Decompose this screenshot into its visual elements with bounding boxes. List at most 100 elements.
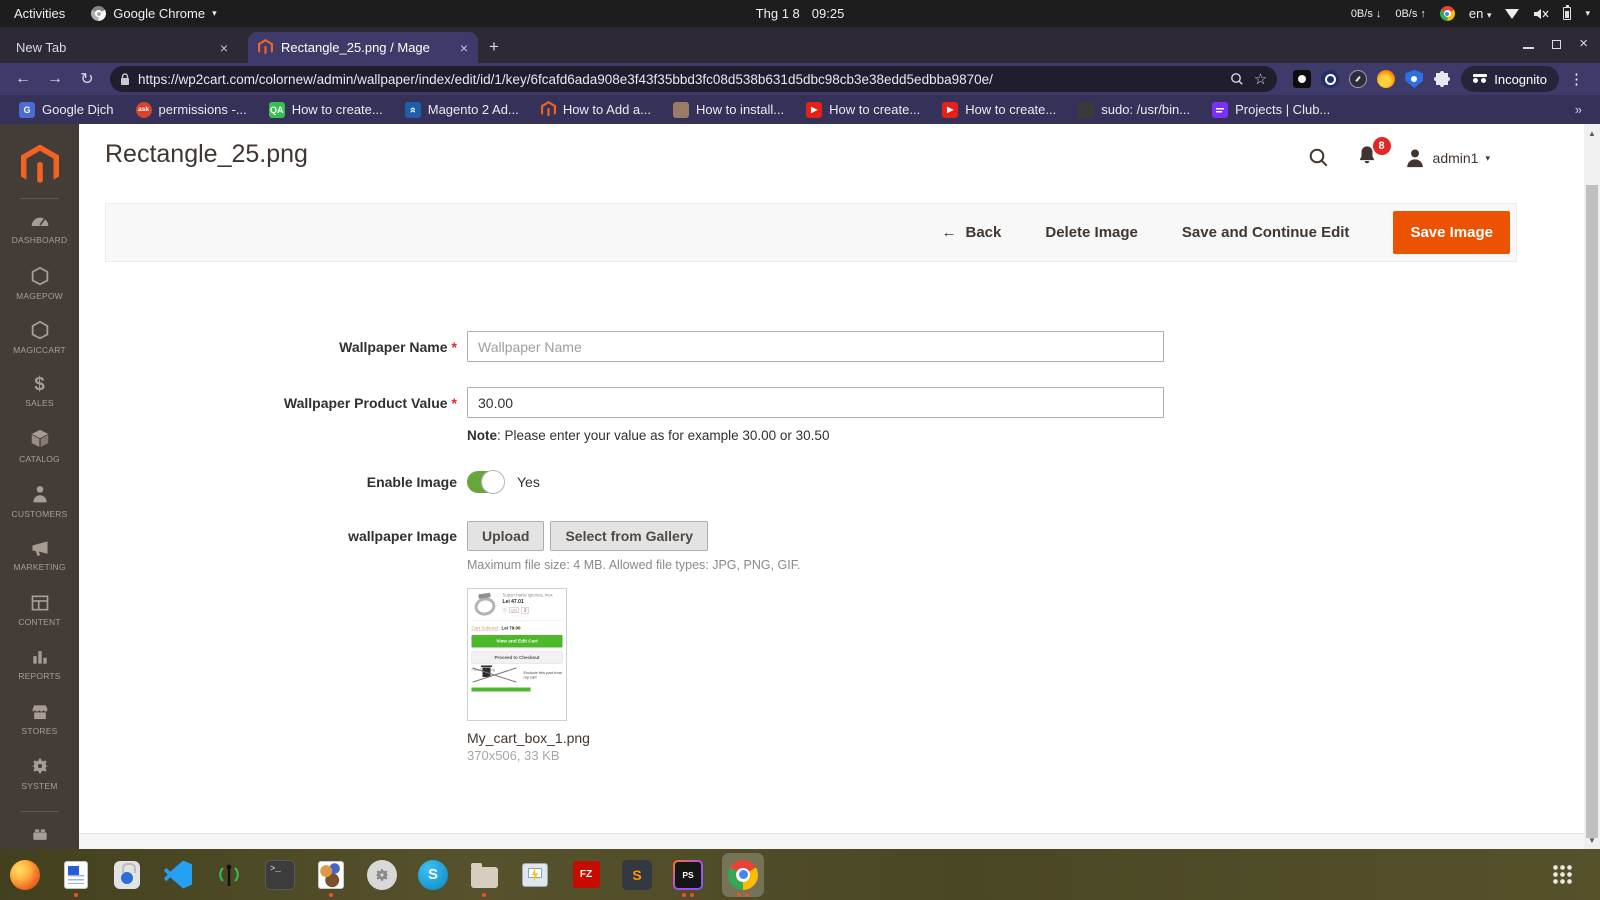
scrollbar-thumb[interactable] (1586, 185, 1598, 838)
firefox-icon (10, 859, 40, 890)
tab-new-tab[interactable]: New Tab × (6, 32, 238, 63)
upload-button[interactable]: Upload (467, 521, 545, 551)
page-scrollbar[interactable]: ▲ ▼ (1584, 124, 1600, 849)
dock-item-libreoffice-writer[interactable] (59, 853, 93, 897)
close-tab-icon[interactable]: × (452, 40, 468, 56)
brick-icon (32, 829, 47, 840)
extensions-puzzle-icon[interactable] (1433, 70, 1451, 88)
sidebar-item-reports[interactable]: REPORTS (0, 637, 79, 692)
tab-active[interactable]: Rectangle_25.png / Mage × (248, 32, 478, 63)
zoom-icon[interactable] (1230, 72, 1244, 86)
bookmark-projects[interactable]: Projects | Club... (1203, 99, 1339, 121)
clock[interactable]: Thg 1 8 09:25 (756, 6, 845, 21)
scroll-up-arrow[interactable]: ▲ (1584, 129, 1600, 138)
bookmark-star-icon[interactable]: ☆ (1254, 70, 1267, 88)
volume-muted-icon[interactable] (1533, 7, 1549, 21)
dock-item-skype[interactable]: S (416, 853, 450, 897)
dock-item-filezilla[interactable]: FZ (569, 853, 603, 897)
chevron-down-icon: ▾ (212, 8, 217, 18)
value-note: Note: Please enter your value as for exa… (467, 428, 830, 443)
image-thumbnail[interactable]: Suport hartie igienica, inox Lei 47.01 ×… (467, 588, 567, 721)
close-tab-icon[interactable]: × (212, 40, 228, 56)
extension-screenshot-icon[interactable] (1293, 70, 1312, 88)
chrome-indicator-icon[interactable] (1439, 6, 1455, 21)
close-window-button[interactable]: × (1579, 36, 1588, 51)
dock-item-gimp[interactable] (314, 853, 348, 897)
browser-back-button[interactable]: ← (10, 70, 36, 88)
magento-logo[interactable] (0, 124, 79, 188)
dock-item-sublime-text[interactable]: S (620, 853, 654, 897)
extension-circle-icon[interactable] (1321, 70, 1340, 88)
dock-item-chrome[interactable] (722, 852, 764, 897)
extension-history-icon[interactable] (1349, 70, 1368, 88)
sidebar-item-sales[interactable]: $ SALES (0, 365, 79, 420)
account-menu[interactable]: admin1 ▾ (1404, 147, 1490, 169)
wallpaper-name-input[interactable] (467, 331, 1164, 362)
file-hint: Maximum file size: 4 MB. Allowed file ty… (467, 558, 801, 572)
sidebar-item-system[interactable]: SYSTEM (0, 746, 79, 801)
browser-reload-button[interactable]: ↻ (74, 69, 100, 89)
dock-item-terminal[interactable]: >_ (263, 853, 297, 897)
dock-item-settings[interactable] (365, 853, 399, 897)
browser-forward-button[interactable]: → (42, 70, 68, 88)
system-menu-caret[interactable]: ▾ (1585, 8, 1590, 19)
extension-shield-icon[interactable] (1405, 70, 1424, 88)
sidebar-item-dashboard[interactable]: DASHBOARD (0, 201, 79, 256)
extension-colorful-icon[interactable] (1377, 70, 1396, 88)
browser-menu-icon[interactable]: ⋮ (1569, 70, 1584, 88)
sidebar-item-customers[interactable]: CUSTOMERS (0, 474, 79, 529)
username: admin1 (1432, 150, 1479, 166)
battery-icon[interactable] (1563, 5, 1572, 20)
sidebar-item-find-partners[interactable]: FIND PARTNERS (0, 814, 79, 849)
wifi-icon[interactable] (1505, 8, 1520, 19)
bookmark-permissions[interactable]: ask permissions -... (127, 99, 256, 121)
stackexchange-icon: » (404, 101, 421, 118)
bookmark-how-to-create-2[interactable]: ▶ How to create... (797, 99, 929, 121)
dock-item-network-indicator[interactable] (212, 853, 246, 897)
search-icon[interactable] (1308, 147, 1330, 169)
minimize-button[interactable] (1523, 47, 1535, 49)
sidebar-item-content[interactable]: CONTENT (0, 583, 79, 638)
dock-item-phpstorm[interactable]: PS (671, 853, 705, 897)
bookmark-how-to-install[interactable]: How to install... (664, 99, 793, 121)
address-bar[interactable]: https://wp2cart.com/colornew/admin/wallp… (110, 66, 1278, 92)
bookmark-sudo[interactable]: sudo: /usr/bin... (1069, 99, 1199, 121)
sidebar-item-marketing[interactable]: MARKETING (0, 528, 79, 583)
chevron-down-icon: ▾ (1486, 10, 1492, 20)
activities-button[interactable]: Activities (14, 6, 65, 21)
back-button[interactable]: ← Back (942, 224, 1002, 241)
photo-icon (1078, 101, 1095, 118)
dock-item-firefox[interactable] (8, 853, 42, 897)
show-applications-button[interactable] (1553, 865, 1572, 884)
keyboard-layout[interactable]: en ▾ (1469, 6, 1492, 21)
bookmark-how-to-create-3[interactable]: ▶ How to create... (933, 99, 1065, 121)
sidebar-item-catalog[interactable]: CATALOG (0, 419, 79, 474)
sidebar-item-stores[interactable]: STORES (0, 692, 79, 747)
sidebar-item-magiccart[interactable]: MAGICCART (0, 310, 79, 365)
enable-image-toggle[interactable] (467, 470, 505, 494)
select-from-gallery-button[interactable]: Select from Gallery (550, 521, 709, 551)
notifications-button[interactable]: 8 (1356, 137, 1391, 172)
bookmark-google-translate[interactable]: G Google Dịch (10, 99, 123, 121)
dock-item-winscp[interactable] (518, 853, 552, 897)
maximize-button[interactable] (1552, 39, 1562, 49)
save-and-continue-button[interactable]: Save and Continue Edit (1182, 224, 1350, 241)
bookmark-how-to-create-1[interactable]: QA How to create... (260, 99, 392, 121)
app-menu[interactable]: Google Chrome ▾ (91, 6, 217, 21)
bookmarks-overflow-button[interactable]: » (1575, 102, 1590, 117)
ubuntu-top-bar: Activities Google Chrome ▾ Thg 1 8 09:25… (0, 0, 1600, 27)
dock-item-vscode[interactable] (161, 853, 195, 897)
new-tab-button[interactable]: + (489, 37, 499, 57)
dock-item-files[interactable] (467, 853, 501, 897)
sidebar-item-magepow[interactable]: MAGEPOW (0, 256, 79, 311)
delete-image-button[interactable]: Delete Image (1045, 224, 1138, 241)
incognito-badge[interactable]: Incognito (1461, 66, 1559, 92)
product-value-input[interactable] (467, 387, 1164, 418)
storefront-icon (32, 705, 47, 719)
bookmark-magento2[interactable]: » Magento 2 Ad... (396, 99, 528, 121)
dock-item-ubuntu-software[interactable] (110, 853, 144, 897)
bookmark-how-to-add[interactable]: How to Add a... (532, 99, 660, 121)
save-image-button[interactable]: Save Image (1393, 211, 1510, 254)
scroll-down-arrow[interactable]: ▼ (1584, 836, 1600, 845)
down-arrow-icon: ↓ (1375, 7, 1382, 20)
